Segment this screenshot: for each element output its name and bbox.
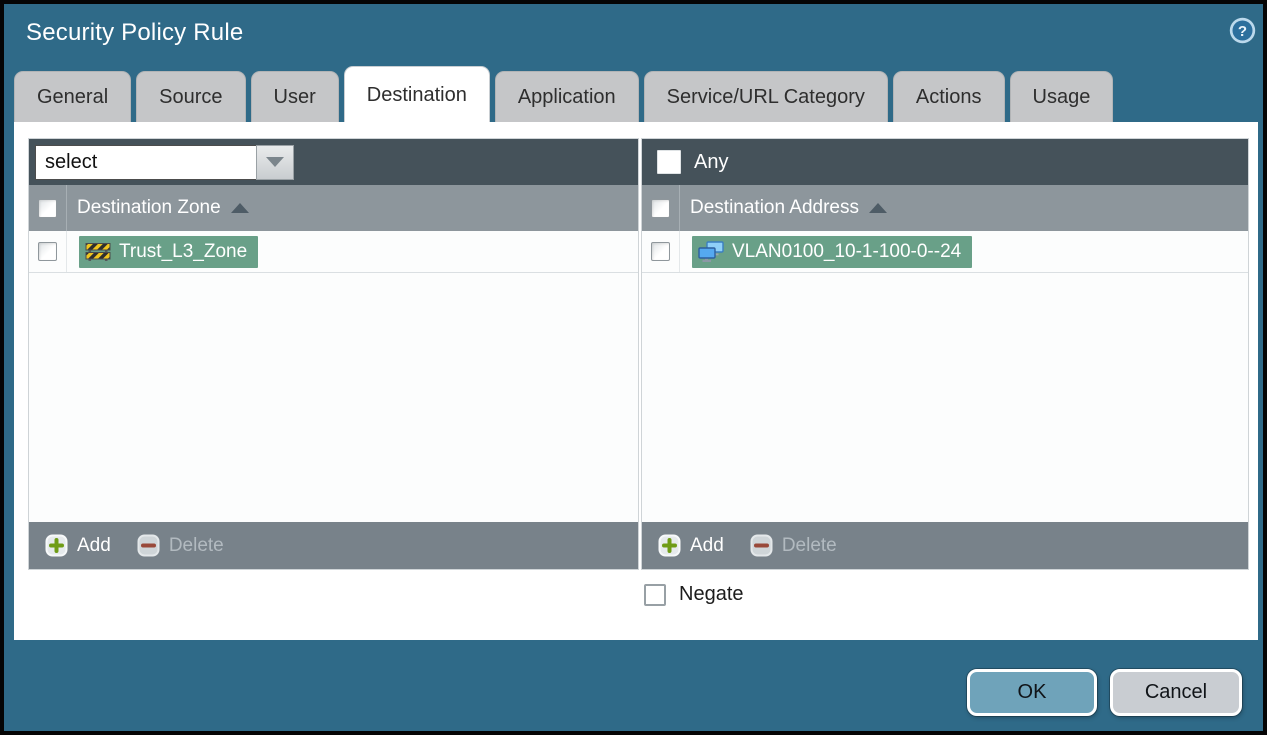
tab-source[interactable]: Source bbox=[136, 71, 246, 122]
tab-actions[interactable]: Actions bbox=[892, 71, 1005, 122]
negate-checkbox[interactable] bbox=[644, 583, 666, 606]
address-value-chip[interactable]: VLAN0100_10-1-100-0--24 bbox=[692, 235, 973, 268]
address-list: VLAN0100_10-1-100-0--24 bbox=[642, 231, 1248, 522]
destination-address-panel: Any Destination Address VLAN0100_10-1-10… bbox=[642, 139, 1248, 569]
address-list-item[interactable]: VLAN0100_10-1-100-0--24 bbox=[642, 231, 1248, 273]
zone-select-combobox bbox=[35, 144, 294, 180]
zone-column-header[interactable]: Destination Zone bbox=[77, 197, 221, 219]
zone-add-button[interactable]: Add bbox=[45, 534, 111, 557]
zone-list: Trust_L3_Zone bbox=[29, 231, 638, 522]
ok-button[interactable]: OK bbox=[967, 669, 1097, 716]
zone-select-all-checkbox[interactable] bbox=[38, 198, 57, 218]
tab-application[interactable]: Application bbox=[494, 71, 639, 122]
zone-select-bar bbox=[29, 139, 638, 185]
negate-checkbox-group[interactable]: Negate bbox=[644, 583, 744, 606]
tab-user[interactable]: User bbox=[250, 71, 339, 122]
svg-text:?: ? bbox=[1238, 23, 1247, 40]
minus-icon bbox=[750, 534, 773, 557]
address-delete-button[interactable]: Delete bbox=[750, 534, 837, 557]
any-checkbox[interactable] bbox=[657, 150, 681, 174]
zone-delete-button[interactable]: Delete bbox=[137, 534, 224, 557]
destination-tab-content: Destination Zone bbox=[14, 122, 1258, 640]
address-any-bar: Any bbox=[642, 139, 1248, 185]
tab-usage[interactable]: Usage bbox=[1009, 71, 1114, 122]
address-add-button[interactable]: Add bbox=[658, 534, 724, 557]
zone-column-header-row: Destination Zone bbox=[29, 185, 638, 231]
plus-icon bbox=[658, 534, 681, 557]
tab-general[interactable]: General bbox=[14, 71, 132, 122]
tab-service-url-category[interactable]: Service/URL Category bbox=[643, 71, 888, 122]
zone-list-item[interactable]: Trust_L3_Zone bbox=[29, 231, 638, 273]
chevron-down-icon bbox=[266, 157, 284, 167]
address-column-header[interactable]: Destination Address bbox=[690, 197, 859, 219]
address-toolbar: Add Delete bbox=[642, 522, 1248, 569]
tab-strip: General Source User Destination Applicat… bbox=[14, 66, 1114, 122]
zone-select-input[interactable] bbox=[35, 144, 256, 180]
zone-value-label: Trust_L3_Zone bbox=[119, 240, 248, 262]
zone-row-checkbox[interactable] bbox=[38, 242, 57, 261]
security-policy-rule-dialog: Security Policy Rule ? General Source Us… bbox=[0, 0, 1267, 735]
dialog-title: Security Policy Rule bbox=[26, 19, 244, 46]
address-column-header-row: Destination Address bbox=[642, 185, 1248, 231]
any-label: Any bbox=[694, 150, 729, 173]
address-row-checkbox[interactable] bbox=[651, 242, 670, 261]
zone-value-chip[interactable]: Trust_L3_Zone bbox=[79, 235, 259, 268]
negate-label: Negate bbox=[679, 583, 744, 605]
sort-ascending-icon bbox=[869, 203, 887, 213]
zone-icon bbox=[85, 242, 111, 261]
plus-icon bbox=[45, 534, 68, 557]
sort-ascending-icon bbox=[230, 203, 249, 213]
address-icon bbox=[698, 240, 724, 262]
destination-zone-panel: Destination Zone bbox=[29, 139, 638, 569]
minus-icon bbox=[137, 534, 160, 557]
zone-select-dropdown-button[interactable] bbox=[256, 144, 294, 180]
address-select-all-checkbox[interactable] bbox=[651, 198, 670, 218]
help-icon[interactable]: ? bbox=[1229, 17, 1256, 44]
tab-destination[interactable]: Destination bbox=[343, 66, 490, 122]
zone-toolbar: Add Delete bbox=[29, 522, 638, 569]
address-value-label: VLAN0100_10-1-100-0--24 bbox=[732, 240, 962, 262]
any-checkbox-group[interactable]: Any bbox=[657, 150, 728, 174]
cancel-button[interactable]: Cancel bbox=[1110, 669, 1242, 716]
